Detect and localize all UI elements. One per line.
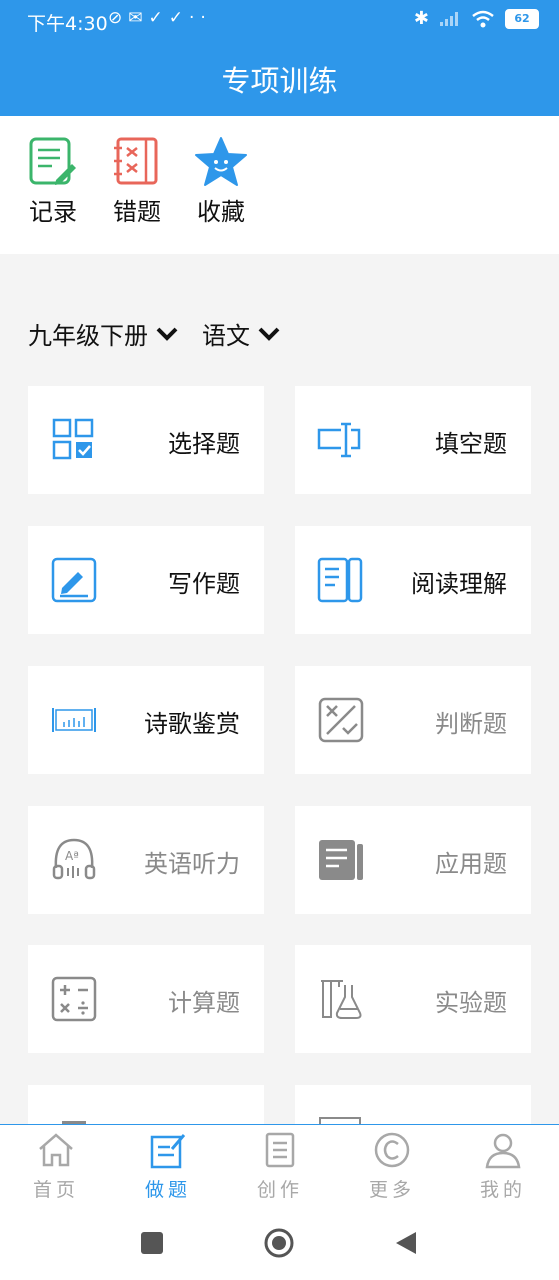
bluetooth-icon: ✱ xyxy=(413,8,429,29)
card-label: 应用题 xyxy=(435,850,507,878)
card-application[interactable]: 应用题 xyxy=(295,806,531,914)
practice-icon xyxy=(150,1134,186,1169)
true-false-icon xyxy=(318,697,364,743)
card-true-false[interactable]: 判断题 xyxy=(295,666,531,774)
card-experiment[interactable]: 实验题 xyxy=(295,945,531,1053)
favorites-button[interactable]: 收藏 xyxy=(186,136,256,227)
card-partial[interactable] xyxy=(28,1085,264,1124)
tab-more[interactable]: 更多 xyxy=(336,1131,448,1202)
multiple-choice-icon xyxy=(52,418,94,460)
card-label: 判断题 xyxy=(435,710,507,738)
tab-label: 我的 xyxy=(479,1179,526,1201)
record-label: 记录 xyxy=(29,198,77,226)
fill-blank-icon xyxy=(317,422,361,458)
status-bar: 下午4:30 ⊘✉✓✓·· ✱ 62 xyxy=(0,0,559,44)
favorites-label: 收藏 xyxy=(197,198,245,226)
card-label: 实验题 xyxy=(435,989,507,1017)
record-icon xyxy=(29,137,76,185)
recents-button[interactable] xyxy=(141,1232,163,1254)
quick-actions: 记录 错题 收藏 xyxy=(0,116,559,254)
headphones-icon: Aª xyxy=(52,838,96,880)
card-label: 选择题 xyxy=(168,430,240,458)
status-time: 下午4:30 xyxy=(27,13,108,35)
svg-text:Aª: Aª xyxy=(65,849,79,863)
card-listening[interactable]: Aª 英语听力 xyxy=(28,806,264,914)
card-label: 诗歌鉴赏 xyxy=(144,710,240,738)
grade-dropdown[interactable]: 九年级下册 xyxy=(28,316,178,351)
back-button[interactable] xyxy=(394,1230,418,1256)
record-button[interactable]: 记录 xyxy=(18,136,88,227)
card-label: 英语听力 xyxy=(144,850,240,878)
document-icon xyxy=(319,840,363,880)
partial-icon xyxy=(319,1117,361,1124)
chevron-down-icon xyxy=(156,327,178,341)
card-calculation[interactable]: 计算题 xyxy=(28,945,264,1053)
star-icon xyxy=(195,137,247,186)
tab-mine[interactable]: 我的 xyxy=(447,1131,559,1202)
tab-label: 做题 xyxy=(144,1179,191,1201)
page-title: 专项训练 xyxy=(221,64,338,98)
battery-icon: 62 xyxy=(505,8,539,29)
more-icon xyxy=(374,1132,410,1168)
home-icon xyxy=(39,1133,73,1167)
tab-create[interactable]: 创作 xyxy=(224,1131,336,1202)
tab-label: 更多 xyxy=(368,1179,415,1201)
writing-icon xyxy=(51,557,97,603)
subject-label: 语文 xyxy=(202,322,250,350)
grade-label: 九年级下册 xyxy=(28,322,148,350)
card-writing[interactable]: 写作题 xyxy=(28,526,264,634)
wrong-questions-button[interactable]: 错题 xyxy=(102,136,172,227)
card-fill-blank[interactable]: 填空题 xyxy=(295,386,531,494)
notebook-icon xyxy=(265,1132,295,1168)
card-label: 写作题 xyxy=(168,570,240,598)
card-label: 填空题 xyxy=(435,430,507,458)
wifi-icon xyxy=(472,10,494,27)
subject-dropdown[interactable]: 语文 xyxy=(202,316,280,351)
calculator-icon xyxy=(51,976,97,1022)
card-label: 阅读理解 xyxy=(411,570,507,598)
tab-practice[interactable]: 做题 xyxy=(112,1131,224,1202)
user-icon xyxy=(485,1133,521,1169)
chevron-down-icon xyxy=(258,327,280,341)
card-partial[interactable] xyxy=(295,1085,531,1124)
tab-bar: 首页 做题 创作 更多 我的 xyxy=(0,1124,559,1207)
tab-label: 首页 xyxy=(32,1179,79,1201)
card-multiple-choice[interactable]: 选择题 xyxy=(28,386,264,494)
signal-icon xyxy=(440,11,458,26)
card-reading[interactable]: 阅读理解 xyxy=(295,526,531,634)
home-button[interactable] xyxy=(263,1227,295,1259)
tab-label: 创作 xyxy=(256,1179,303,1201)
status-right: ✱ 62 xyxy=(414,8,539,29)
filter-row: 九年级下册 语文 xyxy=(28,316,280,351)
wrong-book-icon xyxy=(114,137,158,185)
title-bar: 专项训练 xyxy=(0,44,559,116)
notification-icons: ⊘✉✓✓·· xyxy=(108,8,212,28)
system-nav-bar xyxy=(0,1206,559,1280)
flask-icon xyxy=(321,980,362,1019)
tab-home[interactable]: 首页 xyxy=(0,1131,112,1202)
reading-icon xyxy=(317,557,363,603)
card-label: 计算题 xyxy=(168,989,240,1017)
card-poetry[interactable]: 诗歌鉴赏 xyxy=(28,666,264,774)
wrong-questions-label: 错题 xyxy=(113,198,161,226)
scroll-icon xyxy=(52,708,96,732)
